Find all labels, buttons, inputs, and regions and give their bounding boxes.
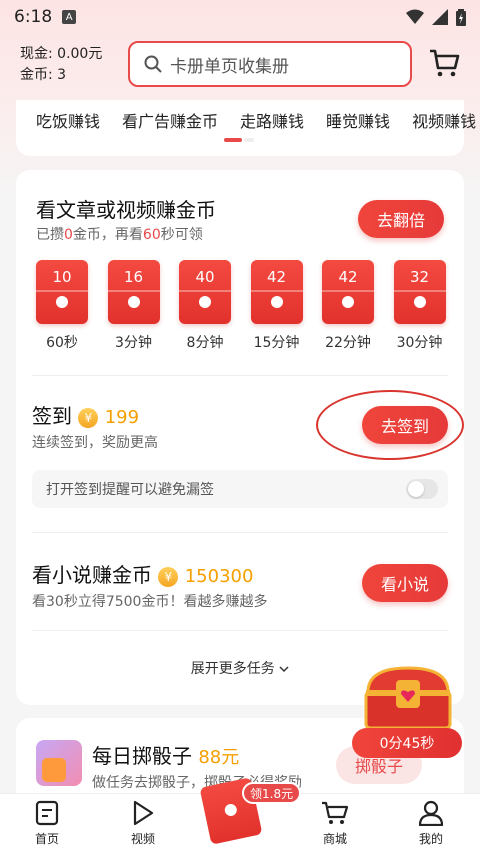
video-task-title: 看文章或视频赚金币 bbox=[36, 198, 216, 222]
search-icon bbox=[144, 55, 162, 73]
status-time: 6:18 bbox=[14, 7, 53, 27]
novel-title-row: 看小说赚金币 ¥ 150300 bbox=[32, 559, 253, 588]
treasure-chest-icon bbox=[364, 666, 452, 730]
divider bbox=[32, 532, 448, 533]
coin-balance: 金币: 3 bbox=[20, 67, 67, 83]
header: 现金: 0.00元 金币: 3 卡册单页收集册 bbox=[0, 38, 480, 94]
dice-icon bbox=[36, 740, 82, 786]
notification-a-icon: A bbox=[62, 10, 77, 24]
dice-title: 每日掷骰子 bbox=[92, 744, 192, 768]
wifi-icon bbox=[406, 9, 424, 24]
battery-icon bbox=[456, 8, 466, 26]
novel-reward: 150300 bbox=[184, 566, 254, 587]
status-bar: 6:18 A bbox=[0, 0, 480, 34]
chest-timer: 0分45秒 bbox=[352, 728, 462, 758]
signin-button[interactable]: 去签到 bbox=[362, 406, 448, 444]
reminder-label: 打开签到提醒可以避免漏签 bbox=[46, 482, 214, 498]
search-input[interactable]: 卡册单页收集册 bbox=[128, 41, 412, 87]
nav-reward-badge[interactable]: 领1.8元 bbox=[242, 782, 302, 804]
coin-icon: ¥ bbox=[158, 566, 179, 587]
novel-subtitle: 看30秒立得7500金币！看越多赚越多 bbox=[32, 594, 268, 610]
tab-eat[interactable]: 吃饭赚钱 bbox=[36, 108, 100, 132]
coin-icon: ¥ bbox=[78, 407, 99, 428]
read-novel-button[interactable]: 看小说 bbox=[362, 564, 448, 602]
envelope-item[interactable]: 40 8分钟 bbox=[179, 260, 231, 352]
tab-sleep[interactable]: 睡觉赚钱 bbox=[326, 108, 390, 132]
bottom-nav: 首页 视频 领1.8元 商城 我的 bbox=[0, 777, 480, 853]
balance: 现金: 0.00元 金币: 3 bbox=[20, 44, 102, 86]
video-task-subtitle: 已攒0金币，再看60秒可领 bbox=[36, 227, 203, 243]
double-reward-button[interactable]: 去翻倍 bbox=[358, 200, 444, 238]
envelope-item[interactable]: 42 22分钟 bbox=[322, 260, 374, 352]
envelope-item[interactable]: 10 60秒 bbox=[36, 260, 88, 352]
divider bbox=[32, 630, 448, 631]
novel-title: 看小说赚金币 bbox=[32, 563, 152, 587]
cash-balance: 现金: 0.00元 bbox=[20, 46, 103, 62]
nav-home[interactable]: 首页 bbox=[12, 800, 82, 847]
signin-title: 签到 bbox=[32, 404, 72, 428]
divider bbox=[32, 375, 448, 376]
task-card: 看文章或视频赚金币 已攒0金币，再看60秒可领 去翻倍 10 60秒 16 3分钟 … bbox=[16, 170, 464, 705]
tab-ads[interactable]: 看广告赚金币 bbox=[122, 108, 218, 132]
signal-icon bbox=[432, 9, 448, 25]
nav-mine[interactable]: 我的 bbox=[396, 800, 466, 847]
signin-title-row: 签到 ¥ 199 bbox=[32, 400, 139, 429]
tab-video[interactable]: 视频赚钱 bbox=[412, 108, 476, 132]
envelope-item[interactable]: 32 30分钟 bbox=[393, 260, 446, 352]
envelope-item[interactable]: 16 3分钟 bbox=[107, 260, 160, 352]
tab-scroll-track bbox=[244, 138, 254, 142]
treasure-chest[interactable]: 0分45秒 bbox=[352, 662, 464, 762]
cart-icon bbox=[322, 801, 349, 824]
envelope-item[interactable]: 42 15分钟 bbox=[250, 260, 303, 352]
play-icon bbox=[133, 800, 154, 826]
tab-scroll-indicator bbox=[224, 138, 242, 142]
nav-video[interactable]: 视频 bbox=[108, 800, 178, 847]
nav-mall[interactable]: 商城 bbox=[300, 800, 370, 847]
reminder-toggle[interactable] bbox=[406, 479, 438, 499]
signin-subtitle: 连续签到，奖励更高 bbox=[32, 435, 158, 451]
category-tabs: 吃饭赚钱 看广告赚金币 走路赚钱 睡觉赚钱 视频赚钱 bbox=[16, 100, 476, 156]
tab-walk[interactable]: 走路赚钱 bbox=[240, 108, 304, 132]
cart-icon[interactable] bbox=[428, 48, 460, 82]
search-placeholder: 卡册单页收集册 bbox=[170, 56, 289, 77]
envelope-row: 10 60秒 16 3分钟 40 8分钟 42 15分钟 42 22分钟 32 30分钟 bbox=[36, 260, 456, 352]
home-icon bbox=[35, 800, 59, 826]
user-icon bbox=[418, 800, 444, 826]
status-icons bbox=[406, 8, 466, 26]
dice-reward: 88元 bbox=[198, 747, 240, 768]
dice-title-row: 每日掷骰子 88元 bbox=[92, 740, 239, 769]
signin-reminder: 打开签到提醒可以避免漏签 bbox=[32, 470, 448, 508]
chevron-down-icon bbox=[279, 666, 289, 673]
signin-reward: 199 bbox=[104, 407, 140, 428]
